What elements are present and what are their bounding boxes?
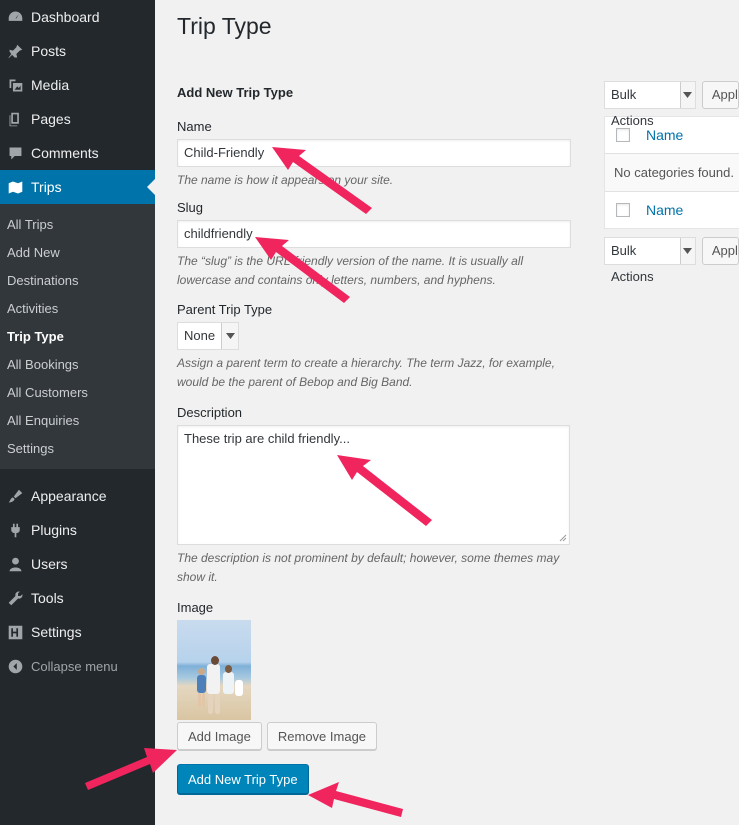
wrench-icon (5, 588, 25, 608)
description-help-text: The description is not prominent by defa… (177, 551, 560, 584)
sidebar-item-trips[interactable]: Trips (0, 170, 155, 204)
parent-label: Parent Trip Type (177, 302, 273, 317)
sidebar-item-media[interactable]: Media (0, 68, 155, 102)
sidebar-item-posts[interactable]: Posts (0, 34, 155, 68)
add-new-trip-type-button[interactable]: Add New Trip Type (177, 764, 309, 794)
user-icon (5, 554, 25, 574)
submenu-item-all-enquiries[interactable]: All Enquiries (0, 407, 155, 435)
sidebar-item-users[interactable]: Users (0, 547, 155, 581)
submenu-item-trip-type[interactable]: Trip Type (0, 323, 155, 351)
plugin-icon (5, 520, 25, 540)
submenu-item-all-trips[interactable]: All Trips (0, 211, 155, 239)
page-title: Trip Type (177, 13, 272, 39)
terms-list: Bulk Actions Apply Name No categories fo… (604, 81, 739, 284)
sidebar-item-pages[interactable]: Pages (0, 102, 155, 136)
sidebar-item-dashboard[interactable]: Dashboard (0, 0, 155, 34)
name-label: Name (177, 119, 212, 134)
sidebar-item-label: Posts (31, 43, 67, 59)
sidebar-item-label: Pages (31, 111, 71, 127)
name-help-text: The name is how it appears on your site. (177, 173, 394, 187)
select-all-checkbox[interactable] (616, 128, 630, 142)
sidebar-item-label: Trips (31, 179, 62, 195)
slug-help-text: The “slug” is the URL-friendly version o… (177, 254, 524, 287)
resize-grip-icon[interactable] (559, 534, 567, 542)
bulk-actions-value-bottom: Bulk Actions (611, 243, 654, 284)
column-name-footer[interactable]: Name (646, 202, 683, 218)
parent-select-value: None (184, 328, 216, 343)
collapse-menu-label: Collapse menu (31, 658, 118, 674)
collapse-icon (5, 656, 25, 676)
sidebar-item-label: Settings (31, 624, 82, 640)
map-icon (5, 177, 25, 197)
submenu-item-settings[interactable]: Settings (0, 435, 155, 463)
form-heading: Add New Trip Type (177, 85, 294, 100)
sidebar-item-label: Plugins (31, 522, 77, 538)
sidebar-item-settings[interactable]: Settings (0, 615, 155, 649)
top-menu: Dashboard Posts Media Pages Comments Trips (0, 0, 155, 204)
collapse-menu-button[interactable]: Collapse menu (0, 649, 155, 683)
bulk-actions-value: Bulk Actions (611, 87, 654, 128)
name-input[interactable]: Child-Friendly (177, 139, 571, 167)
parent-help-text: Assign a parent term to create a hierarc… (177, 356, 555, 389)
comment-icon (5, 143, 25, 163)
add-image-button[interactable]: Add Image (177, 722, 262, 750)
pages-icon (5, 109, 25, 129)
remove-image-button[interactable]: Remove Image (266, 722, 378, 750)
media-icon (5, 75, 25, 95)
slug-input[interactable]: childfriendly (177, 220, 571, 248)
column-name-header[interactable]: Name (646, 127, 683, 143)
submenu-item-all-customers[interactable]: All Customers (0, 379, 155, 407)
sidebar-item-label: Media (31, 77, 70, 93)
slug-label: Slug (177, 200, 204, 215)
bulk-actions-select-top[interactable]: Bulk Actions (604, 81, 696, 128)
description-value: These trip are child friendly... (184, 431, 350, 446)
description-textarea[interactable]: These trip are child friendly... (177, 425, 570, 545)
select-all-checkbox-footer[interactable] (616, 203, 630, 217)
pin-icon (5, 41, 25, 61)
admin-sidebar: Dashboard Posts Media Pages Comments Trips Al… (0, 0, 155, 825)
sidebar-item-appearance[interactable]: Appearance (0, 479, 155, 513)
terms-table: Name No categories found. Name (604, 116, 739, 229)
sidebar-item-comments[interactable]: Comments (0, 136, 155, 170)
apply-button-bottom[interactable]: Apply (701, 237, 739, 265)
sidebar-item-plugins[interactable]: Plugins (0, 513, 155, 547)
paintbrush-icon (5, 486, 25, 506)
submenu-item-destinations[interactable]: Destinations (0, 267, 155, 295)
description-label: Description (177, 405, 243, 420)
sidebar-item-label: Users (31, 556, 68, 572)
image-label: Image (177, 600, 214, 615)
submenu-item-add-new[interactable]: Add New (0, 239, 155, 267)
chevron-down-icon (679, 238, 695, 264)
submenu-item-all-bookings[interactable]: All Bookings (0, 351, 155, 379)
apply-button-top[interactable]: Apply (701, 81, 739, 109)
sidebar-item-tools[interactable]: Tools (0, 581, 155, 615)
bottom-menu: Appearance Plugins Users Tools Settings (0, 479, 155, 649)
sidebar-item-label: Comments (31, 145, 99, 161)
bulk-actions-select-bottom[interactable]: Bulk Actions (604, 237, 696, 284)
empty-row: No categories found. (605, 154, 739, 191)
table-footer-row: Name (605, 191, 739, 228)
sidebar-item-label: Tools (31, 590, 64, 606)
trips-submenu: All Trips Add New Destinations Activities Tr… (0, 204, 155, 469)
parent-select[interactable]: None (177, 322, 240, 350)
submenu-item-activities[interactable]: Activities (0, 295, 155, 323)
dashboard-icon (5, 7, 25, 27)
trip-type-image (177, 620, 251, 720)
sidebar-item-label: Dashboard (31, 9, 100, 25)
settings-icon (5, 622, 25, 642)
chevron-down-icon (221, 323, 239, 349)
add-term-form: Add New Trip Type Name Child-Friendly Th… (177, 85, 577, 794)
chevron-down-icon (679, 82, 695, 108)
sidebar-item-label: Appearance (31, 488, 107, 504)
